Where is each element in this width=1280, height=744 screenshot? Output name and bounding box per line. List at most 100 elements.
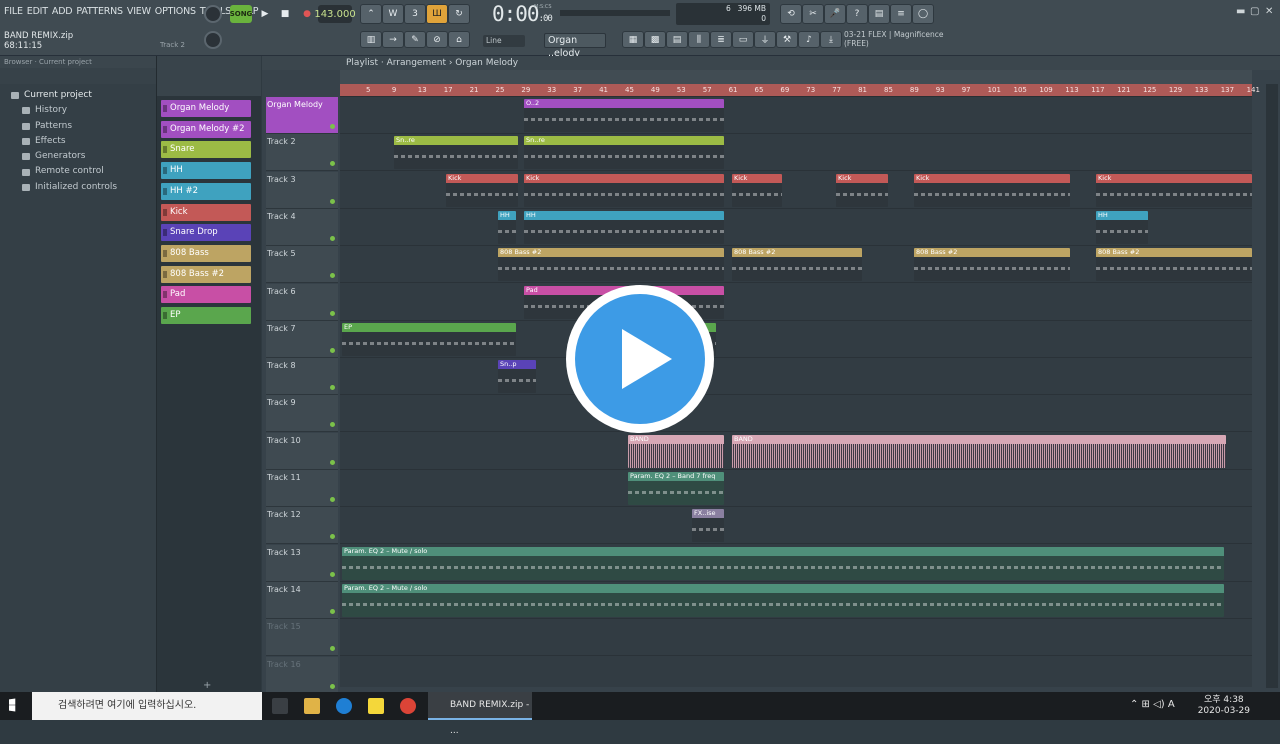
pattern-clip[interactable]: Param. EQ 2 – Band 7 freq: [628, 472, 724, 505]
tree-item-current-project[interactable]: Current project: [11, 88, 156, 103]
track-header[interactable]: Track 2: [266, 134, 338, 172]
add-pattern-icon[interactable]: +: [203, 680, 211, 691]
channel-button[interactable]: Organ Melody: [161, 100, 251, 117]
pattern-clip[interactable]: HH: [524, 210, 724, 244]
snap-select[interactable]: Line: [483, 35, 525, 47]
channel-button[interactable]: HH: [161, 162, 251, 180]
stamp-icon[interactable]: ⌂: [448, 31, 470, 48]
track-mute-icon[interactable]: [330, 385, 335, 391]
pattern-clip[interactable]: Sn..re: [524, 136, 724, 170]
task-view-icon[interactable]: [272, 698, 288, 714]
track-mute-icon[interactable]: [330, 347, 335, 353]
track-mute-icon[interactable]: [330, 124, 335, 129]
menu-options[interactable]: OPTIONS: [155, 6, 196, 17]
track-header[interactable]: Track 8: [266, 358, 338, 396]
track-header[interactable]: Track 16: [266, 656, 338, 694]
track-mute-icon[interactable]: [330, 310, 335, 316]
link-icon[interactable]: ⊘: [426, 31, 448, 48]
metronome-icon[interactable]: ⌃: [360, 4, 382, 24]
menu-patterns[interactable]: PATTERNS: [76, 6, 123, 17]
channel-button[interactable]: Snare: [161, 141, 251, 159]
track-row[interactable]: [340, 284, 1252, 321]
track-header[interactable]: Track 10: [266, 432, 338, 470]
wrench-icon[interactable]: ⚒: [776, 31, 798, 48]
track-row[interactable]: [340, 657, 1252, 688]
track-header[interactable]: Track 6: [266, 283, 338, 321]
video-play-button[interactable]: [566, 285, 714, 433]
track-row[interactable]: [340, 395, 1252, 433]
mixer-icon[interactable]: ≡: [890, 4, 912, 24]
channel-button[interactable]: 808 Bass #2: [161, 265, 251, 283]
menu-edit[interactable]: EDIT: [27, 6, 48, 17]
track-row[interactable]: [340, 470, 1252, 507]
close-icon[interactable]: ✕: [1265, 6, 1273, 17]
pattern-clip[interactable]: Sn..re: [394, 136, 518, 170]
pattern-clip[interactable]: O..2: [524, 99, 724, 132]
windows-start-icon[interactable]: [9, 698, 16, 712]
pattern-clip[interactable]: FX..ise: [692, 509, 724, 543]
pattern-clip[interactable]: 808 Bass #2: [1096, 248, 1252, 282]
track-header[interactable]: Track 15: [266, 619, 338, 657]
pattern-clip[interactable]: EP: [342, 322, 516, 356]
channel-rack-icon[interactable]: ▩: [644, 31, 666, 48]
track-mute-icon[interactable]: [330, 646, 335, 652]
piano-roll-icon[interactable]: ▥: [360, 31, 382, 48]
file-explorer-icon[interactable]: [304, 698, 320, 714]
track-mute-icon[interactable]: [330, 161, 335, 167]
track-mute-icon[interactable]: [330, 235, 335, 241]
chat-icon[interactable]: ◯: [912, 4, 934, 24]
master-volume-knob[interactable]: [204, 5, 222, 23]
track-mute-icon[interactable]: [330, 459, 335, 465]
plug-icon[interactable]: ⏚: [754, 31, 776, 48]
pattern-clip[interactable]: Kick: [914, 173, 1070, 207]
undo-icon[interactable]: ⟲: [780, 4, 802, 24]
loop-record-icon[interactable]: ↻: [448, 4, 470, 24]
pattern-clip[interactable]: BAND: [628, 434, 724, 468]
pattern-clip[interactable]: HH: [1096, 210, 1148, 244]
help-icon[interactable]: ?: [846, 4, 868, 24]
download-icon[interactable]: ⤓: [820, 31, 842, 48]
channel-button[interactable]: Kick: [161, 203, 251, 221]
kakaotalk-icon[interactable]: [368, 698, 384, 714]
playlist-icon[interactable]: ▦: [622, 31, 644, 48]
tree-item-generators[interactable]: Generators: [22, 149, 156, 164]
master-pitch-knob[interactable]: [204, 31, 222, 49]
pattern-clip[interactable]: Param. EQ 2 – Mute / solo: [342, 546, 1224, 580]
tree-item-effects[interactable]: Effects: [22, 134, 156, 149]
taskbar-search[interactable]: 검색하려면 여기에 입력하십시오.: [32, 692, 262, 720]
edge-icon[interactable]: [336, 698, 352, 714]
track-header[interactable]: Track 7: [266, 320, 338, 358]
track-mute-icon[interactable]: [330, 571, 335, 577]
track-row[interactable]: [340, 619, 1252, 657]
pattern-clip[interactable]: Kick: [732, 173, 782, 207]
taskbar-active-app[interactable]: BAND REMIX.zip - ...: [428, 692, 532, 736]
track-header[interactable]: Track 9: [266, 395, 338, 433]
track-mute-icon[interactable]: [330, 683, 335, 689]
track-mute-icon[interactable]: [330, 422, 335, 428]
track-header[interactable]: Track 5: [266, 246, 338, 284]
tree-item-remote-control[interactable]: Remote control: [22, 164, 156, 179]
track-header[interactable]: Track 12: [266, 507, 338, 545]
pattern-clip[interactable]: 808 Bass #2: [914, 248, 1070, 282]
tempo-display[interactable]: 143.000: [314, 5, 356, 23]
tree-item-history[interactable]: History: [22, 103, 156, 118]
play-icon[interactable]: ▶: [254, 4, 276, 24]
track-mute-icon[interactable]: [330, 198, 335, 204]
channel-button[interactable]: EP: [161, 307, 251, 324]
pattern-clip[interactable]: Sn..p: [498, 360, 536, 394]
pattern-clip[interactable]: 808 Bass #2: [732, 248, 862, 282]
playlist-grid[interactable]: O..2 Sn..re Sn..re Kick Kick Kick Kick Kick Kick…: [340, 97, 1252, 687]
timeline-ruler[interactable]: 5 9 13 17 21 25 29 33 37 41 45 49 53 57 61 65 69 73 77 81 85…: [340, 84, 1260, 97]
track-header[interactable]: Track 14: [266, 581, 338, 619]
channel-button[interactable]: HH #2: [161, 182, 251, 200]
track-header[interactable]: Track 4: [266, 208, 338, 246]
track-row[interactable]: [340, 358, 1252, 396]
track-header[interactable]: Organ Melody: [266, 97, 338, 134]
browser-icon[interactable]: ≣: [710, 31, 732, 48]
minimize-icon[interactable]: ▬: [1236, 6, 1245, 17]
pattern-clip[interactable]: 808 Bass #2: [498, 248, 724, 282]
document-icon[interactable]: ▭: [732, 31, 754, 48]
track-header[interactable]: Track 11: [266, 470, 338, 507]
track-mute-icon[interactable]: [330, 273, 335, 279]
channel-button[interactable]: Organ Melody #2: [161, 120, 251, 138]
